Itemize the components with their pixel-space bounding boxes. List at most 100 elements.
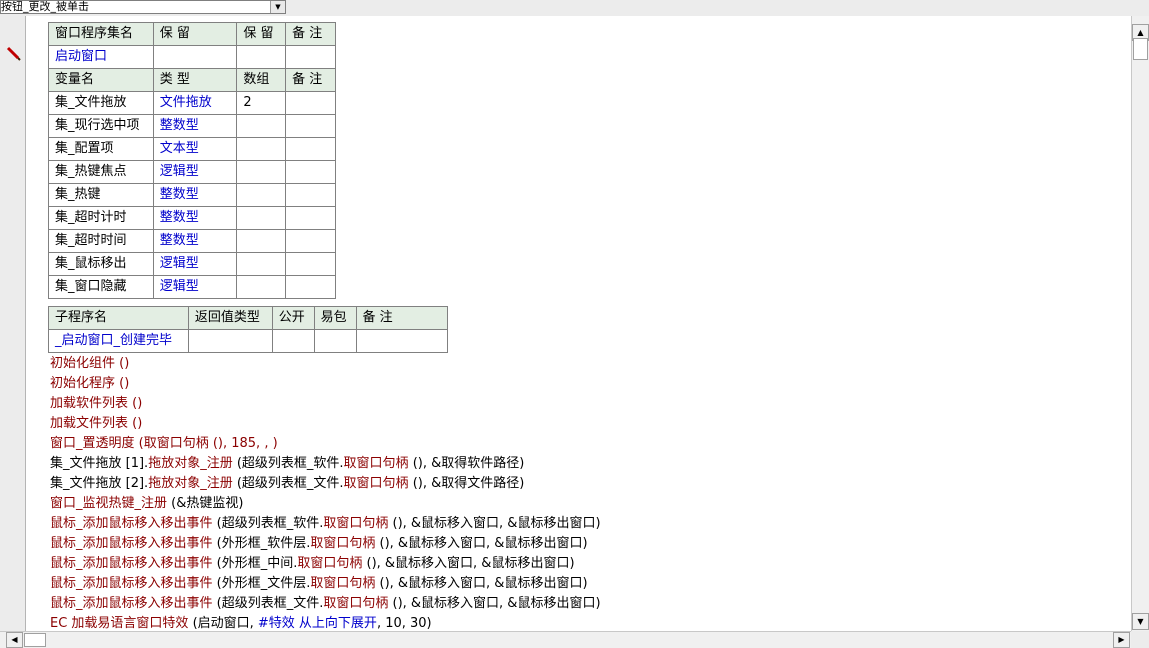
empty-cell[interactable] <box>236 45 287 69</box>
empty-cell[interactable] <box>313 329 357 353</box>
code-token: EC 加载易语言窗口特效 <box>50 616 193 631</box>
code-line[interactable]: 窗口_监视热键_注册 (&热键监视) <box>50 494 601 514</box>
var-name-cell[interactable]: 集_热键 <box>48 183 154 207</box>
code-line[interactable]: 窗口_置透明度 (取窗口句柄 (), 185, , ) <box>50 434 601 454</box>
var-note-cell[interactable] <box>285 91 336 115</box>
empty-cell[interactable] <box>152 45 238 69</box>
code-token: (), &鼠标移入窗口, &鼠标移出窗口) <box>379 576 588 591</box>
var-type-cell[interactable]: 整数型 <box>152 229 238 253</box>
code-token: 窗口_置透明度 (取窗口句柄 (), 185, , ) <box>50 436 278 451</box>
empty-cell[interactable] <box>187 329 273 353</box>
code-line[interactable]: 加载文件列表 () <box>50 414 601 434</box>
var-name-cell[interactable]: 集_配置项 <box>48 137 154 161</box>
var-note-cell[interactable] <box>285 114 336 138</box>
scrollbar-thumb[interactable] <box>1133 38 1148 60</box>
empty-cell[interactable] <box>285 45 336 69</box>
scrollbar-thumb[interactable] <box>24 633 46 647</box>
assembly-name-cell[interactable]: 启动窗口 <box>48 45 154 69</box>
var-note-cell[interactable] <box>285 160 336 184</box>
code-line[interactable]: 鼠标_添加鼠标移入移出事件 (外形框_软件层.取窗口句柄 (), &鼠标移入窗口… <box>50 534 601 554</box>
var-array-cell[interactable] <box>236 252 287 276</box>
var-name-cell[interactable]: 集_超时时间 <box>48 229 154 253</box>
var-name-cell[interactable]: 集_文件拖放 <box>48 91 154 115</box>
table-row[interactable]: 启动窗口 <box>48 45 336 69</box>
var-note-cell[interactable] <box>285 252 336 276</box>
scrollbar-corner <box>1131 631 1149 648</box>
window-assembly-table: 窗口程序集名 保 留 保 留 备 注 启动窗口 变量名 类 型 数组 备 注 集… <box>48 22 336 299</box>
var-name-cell[interactable]: 集_热键焦点 <box>48 160 154 184</box>
var-name-cell[interactable]: 集_窗口隐藏 <box>48 275 154 299</box>
var-name-cell[interactable]: 集_现行选中项 <box>48 114 154 138</box>
vertical-scrollbar[interactable]: ▲ ▼ <box>1131 16 1149 631</box>
arrow-right-icon[interactable]: ▶ <box>1113 632 1130 648</box>
table-row[interactable]: 集_现行选中项 整数型 <box>48 114 336 138</box>
code-token: (外形框_文件层. <box>216 576 311 591</box>
code-token: 窗口_监视热键_注册 <box>50 496 172 511</box>
code-token: (&热键监视) <box>171 496 244 511</box>
code-token: 加载软件列表 () <box>50 396 143 411</box>
subroutine-name-cell[interactable]: _启动窗口_创建完毕 <box>48 329 189 353</box>
table-header-row: 变量名 类 型 数组 备 注 <box>48 68 336 92</box>
var-type-cell[interactable]: 文件拖放 <box>152 91 238 115</box>
var-type-cell[interactable]: 逻辑型 <box>152 275 238 299</box>
code-line[interactable]: 初始化程序 () <box>50 374 601 394</box>
empty-cell[interactable] <box>271 329 315 353</box>
table-row[interactable]: 集_超时时间 整数型 <box>48 229 336 253</box>
code-token: 取窗口句柄 <box>343 456 413 471</box>
var-array-cell[interactable] <box>236 114 287 138</box>
code-line[interactable]: 集_文件拖放 [2].拖放对象_注册 (超级列表框_文件.取窗口句柄 (), &… <box>50 474 601 494</box>
var-type-cell[interactable]: 逻辑型 <box>152 252 238 276</box>
var-type-cell[interactable]: 文本型 <box>152 137 238 161</box>
var-array-cell[interactable] <box>236 275 287 299</box>
var-note-cell[interactable] <box>285 206 336 230</box>
code-token: 拖放对象_注册 <box>148 476 237 491</box>
var-name-cell[interactable]: 集_超时计时 <box>48 206 154 230</box>
horizontal-scrollbar[interactable]: ◀ ▶ <box>0 631 1131 648</box>
header-cell: 类 型 <box>152 68 238 92</box>
code-lines[interactable]: 初始化组件 () 初始化程序 () 加载软件列表 () 加载文件列表 () 窗口_置透明… <box>50 354 601 631</box>
table-row[interactable]: 集_文件拖放 文件拖放 2 <box>48 91 336 115</box>
var-name-cell[interactable]: 集_鼠标移出 <box>48 252 154 276</box>
var-note-cell[interactable] <box>285 229 336 253</box>
code-line[interactable]: 加载软件列表 () <box>50 394 601 414</box>
var-type-cell[interactable]: 逻辑型 <box>152 160 238 184</box>
var-type-cell[interactable]: 整数型 <box>152 183 238 207</box>
table-row[interactable]: _启动窗口_创建完毕 <box>48 329 449 353</box>
var-array-cell[interactable] <box>236 206 287 230</box>
chevron-down-icon[interactable]: ▼ <box>270 1 285 13</box>
code-line[interactable]: 鼠标_添加鼠标移入移出事件 (外形框_文件层.取窗口句柄 (), &鼠标移入窗口… <box>50 574 601 594</box>
var-note-cell[interactable] <box>285 275 336 299</box>
code-token: 鼠标_添加鼠标移入移出事件 <box>50 556 217 571</box>
code-line[interactable]: 初始化组件 () <box>50 354 601 374</box>
table-row[interactable]: 集_窗口隐藏 逻辑型 <box>48 275 336 299</box>
code-editor[interactable]: 窗口程序集名 保 留 保 留 备 注 启动窗口 变量名 类 型 数组 备 注 集… <box>26 16 1131 631</box>
table-row[interactable]: 集_热键 整数型 <box>48 183 336 207</box>
code-line[interactable]: 鼠标_添加鼠标移入移出事件 (超级列表框_文件.取窗口句柄 (), &鼠标移入窗… <box>50 594 601 614</box>
code-token: (超级列表框_软件. <box>236 456 344 471</box>
code-line[interactable]: EC 加载易语言窗口特效 (启动窗口, #特效 从上向下展开, 10, 30) <box>50 614 601 631</box>
var-array-cell[interactable]: 2 <box>236 91 287 115</box>
code-line[interactable]: 集_文件拖放 [1].拖放对象_注册 (超级列表框_软件.取窗口句柄 (), &… <box>50 454 601 474</box>
arrow-left-icon[interactable]: ◀ <box>6 632 23 648</box>
empty-cell[interactable] <box>355 329 449 353</box>
var-array-cell[interactable] <box>236 160 287 184</box>
code-line[interactable]: 鼠标_添加鼠标移入移出事件 (超级列表框_软件.取窗口句柄 (), &鼠标移入窗… <box>50 514 601 534</box>
code-line[interactable]: 鼠标_添加鼠标移入移出事件 (外形框_中间.取窗口句柄 (), &鼠标移入窗口,… <box>50 554 601 574</box>
var-array-cell[interactable] <box>236 183 287 207</box>
table-row[interactable]: 集_热键焦点 逻辑型 <box>48 160 336 184</box>
code-token: (), &鼠标移入窗口, &鼠标移出窗口) <box>366 556 575 571</box>
table-row[interactable]: 集_超时计时 整数型 <box>48 206 336 230</box>
arrow-down-icon[interactable]: ▼ <box>1132 613 1149 630</box>
var-array-cell[interactable] <box>236 137 287 161</box>
var-note-cell[interactable] <box>285 137 336 161</box>
header-cell: 备 注 <box>285 22 336 46</box>
var-note-cell[interactable] <box>285 183 336 207</box>
table-row[interactable]: 集_鼠标移出 逻辑型 <box>48 252 336 276</box>
header-cell: 备 注 <box>355 306 449 330</box>
event-selector-combobox[interactable]: 按钮_更改_被单击 ▼ <box>0 0 286 14</box>
table-row[interactable]: 集_配置项 文本型 <box>48 137 336 161</box>
var-array-cell[interactable] <box>236 229 287 253</box>
var-type-cell[interactable]: 整数型 <box>152 206 238 230</box>
var-type-cell[interactable]: 整数型 <box>152 114 238 138</box>
code-token: 鼠标_添加鼠标移入移出事件 <box>50 596 217 611</box>
